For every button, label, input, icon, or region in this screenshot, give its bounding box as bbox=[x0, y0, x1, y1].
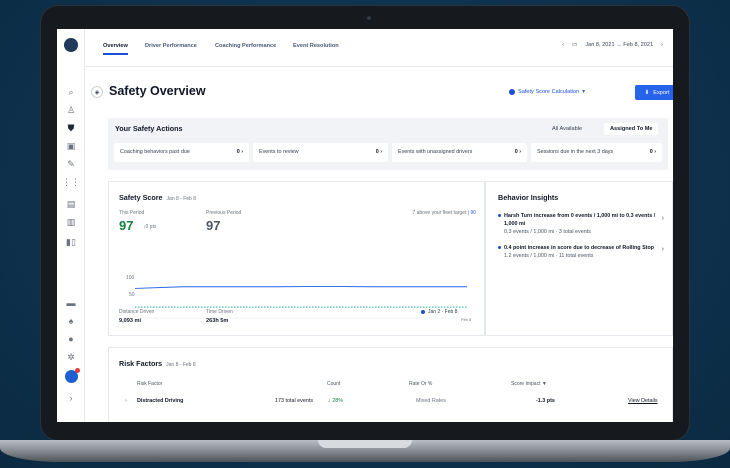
risk-rate: Mixed Rates bbox=[416, 398, 446, 404]
app-screen: ⌕ ♙ ⛊ ▣ ✎ ⋮⋮ ▤ ▥ ▮▯ ▬ ♠ ● ✲ › Overview D… bbox=[57, 29, 673, 422]
risk-count: 173 total events bbox=[275, 398, 314, 404]
insight-item[interactable]: Harsh Turn increase from 0 events / 1,00… bbox=[498, 212, 660, 236]
page-title: Safety Overview bbox=[109, 84, 206, 98]
laptop-notch bbox=[318, 440, 412, 448]
action-card[interactable]: Coaching behaviors past due 0 › bbox=[114, 143, 249, 162]
export-label: Export bbox=[653, 89, 670, 96]
date-range[interactable]: Jan 8, 2021 → Feb 8, 2021 bbox=[585, 42, 653, 48]
wrench-icon[interactable]: ✎ bbox=[64, 157, 78, 171]
action-card-label: Events with unassigned drivers bbox=[398, 149, 473, 155]
score-calculation-dropdown[interactable]: Safety Score Calculation ▾ bbox=[509, 89, 585, 95]
distance-label: Distance Driven bbox=[119, 309, 155, 315]
score-line-chart bbox=[134, 285, 467, 319]
chart-legend: Jan 2 - Feb 8 bbox=[421, 309, 457, 315]
chevron-right-date-icon[interactable]: › bbox=[661, 42, 663, 48]
gear-icon[interactable]: ✲ bbox=[64, 350, 78, 364]
behavior-insights-panel: Behavior Insights Harsh Turn increase fr… bbox=[485, 181, 673, 336]
info-icon bbox=[509, 89, 515, 95]
score-series-line bbox=[134, 285, 467, 289]
chevron-right-icon[interactable]: › bbox=[662, 215, 664, 222]
calc-label: Safety Score Calculation bbox=[518, 89, 580, 95]
previous-period-value: 97 bbox=[206, 218, 221, 233]
avatar[interactable] bbox=[64, 367, 80, 383]
actions-title: Your Safety Actions bbox=[115, 124, 183, 133]
date-navigator: ‹ ▭ Jan 8, 2021 → Feb 8, 2021 › bbox=[562, 42, 663, 48]
col-score-impact[interactable]: Score Impact ▼ bbox=[511, 381, 547, 387]
logo[interactable] bbox=[64, 38, 78, 52]
risk-factor-name: Distracted Driving bbox=[137, 398, 184, 404]
doc-icon[interactable]: ▤ bbox=[64, 197, 78, 211]
chevron-right-icon[interactable]: › bbox=[64, 391, 78, 405]
score-title: Safety Score Jan 8 - Feb 8 bbox=[119, 193, 197, 202]
insights-title: Behavior Insights bbox=[498, 193, 559, 202]
safety-actions-panel: Your Safety Actions All Available Assign… bbox=[108, 118, 668, 170]
col-count[interactable]: Count bbox=[327, 381, 340, 387]
risk-title: Risk Factors Jan 8 - Feb 8 bbox=[119, 359, 196, 368]
risk-count-delta: ↓ 28% bbox=[328, 398, 343, 404]
book-icon[interactable]: ▥ bbox=[64, 215, 78, 229]
col-rate[interactable]: Rate Or % bbox=[409, 381, 432, 387]
chevron-left-icon[interactable]: ‹ bbox=[562, 42, 564, 48]
row-expand-chevron-icon[interactable]: › bbox=[125, 398, 127, 404]
calendar-icon: ▭ bbox=[572, 42, 578, 48]
action-card-count: 0 › bbox=[514, 149, 521, 155]
camera-icon bbox=[367, 16, 371, 20]
time-value: 263h 5m bbox=[206, 318, 229, 324]
insight-item[interactable]: 0.4 point increase in score due to decre… bbox=[498, 244, 660, 260]
distance-value: 9,093 mi bbox=[119, 318, 142, 324]
chart-icon[interactable]: ▮▯ bbox=[64, 235, 78, 249]
tab-driver-performance[interactable]: Driver Performance bbox=[145, 43, 197, 49]
action-card-count: 0 › bbox=[649, 149, 656, 155]
export-button[interactable]: ⬇ Export bbox=[635, 85, 673, 100]
laptop-stage: ⌕ ♙ ⛊ ▣ ✎ ⋮⋮ ▤ ▥ ▮▯ ▬ ♠ ● ✲ › Overview D… bbox=[0, 0, 730, 468]
tab-overview[interactable]: Overview bbox=[103, 43, 128, 55]
download-icon: ⬇ bbox=[644, 89, 650, 96]
left-rail: ⌕ ♙ ⛊ ▣ ✎ ⋮⋮ ▤ ▥ ▮▯ ▬ ♠ ● ✲ › bbox=[57, 29, 85, 422]
score-delta: ↓0 pts bbox=[143, 224, 157, 230]
bell-icon[interactable]: ♠ bbox=[64, 314, 78, 328]
legend-dot bbox=[421, 310, 425, 314]
view-details-link[interactable]: View Details bbox=[628, 398, 658, 404]
top-navigation: Overview Driver Performance Coaching Per… bbox=[85, 29, 673, 67]
this-period-value: 97 bbox=[119, 218, 134, 233]
action-card[interactable]: Events with unassigned drivers 0 › bbox=[392, 143, 527, 162]
help-icon[interactable]: ● bbox=[64, 332, 78, 346]
drivers-icon[interactable]: ♙ bbox=[64, 103, 78, 117]
camera-nav-icon[interactable]: ▣ bbox=[64, 139, 78, 153]
shield-icon[interactable]: ⛊ bbox=[64, 121, 78, 135]
time-label: Time Driven bbox=[206, 309, 233, 315]
previous-period-label: Previous Period bbox=[206, 210, 242, 216]
page-header: ◈ Safety Overview Safety Score Calculati… bbox=[85, 83, 673, 103]
x-axis-end-label: Feb 8 bbox=[461, 317, 472, 322]
risk-factors-panel: Risk Factors Jan 8 - Feb 8 Risk Factor Co… bbox=[108, 347, 673, 422]
col-risk-factor[interactable]: Risk Factor bbox=[137, 381, 162, 387]
this-period-label: This Period bbox=[119, 210, 145, 216]
filter-all-available[interactable]: All Available bbox=[546, 123, 588, 135]
chevron-right-icon[interactable]: › bbox=[662, 246, 664, 253]
y-axis-label-50: 50 bbox=[129, 292, 135, 298]
tag-icon[interactable]: ◈ bbox=[91, 86, 103, 98]
action-card-label: Events to review bbox=[259, 149, 299, 155]
tab-coaching-performance[interactable]: Coaching Performance bbox=[215, 43, 276, 49]
tab-event-resolution[interactable]: Event Resolution bbox=[293, 43, 339, 49]
caret-down-icon: ▾ bbox=[582, 89, 586, 95]
safety-score-panel: Safety Score Jan 8 - Feb 8 This Period 97… bbox=[108, 181, 485, 336]
filter-assigned-to-me[interactable]: Assigned To Me bbox=[604, 123, 659, 135]
action-card[interactable]: Events to review 0 › bbox=[253, 143, 388, 162]
route-icon[interactable]: ⋮⋮ bbox=[62, 175, 80, 189]
action-card-label: Sessions due in the next 3 days bbox=[537, 149, 614, 155]
y-axis-label-100: 100 bbox=[126, 275, 135, 281]
risk-impact: -1.3 pts bbox=[536, 398, 555, 404]
action-card[interactable]: Sessions due in the next 3 days 0 › bbox=[531, 143, 662, 162]
fleet-target-text: 7 above your fleet target | 90 bbox=[412, 210, 476, 216]
chat-icon[interactable]: ▬ bbox=[64, 296, 78, 310]
action-card-count: 0 › bbox=[375, 149, 382, 155]
action-card-label: Coaching behaviors past due bbox=[120, 149, 190, 155]
search-icon[interactable]: ⌕ bbox=[64, 85, 78, 99]
action-card-count: 0 › bbox=[236, 149, 243, 155]
